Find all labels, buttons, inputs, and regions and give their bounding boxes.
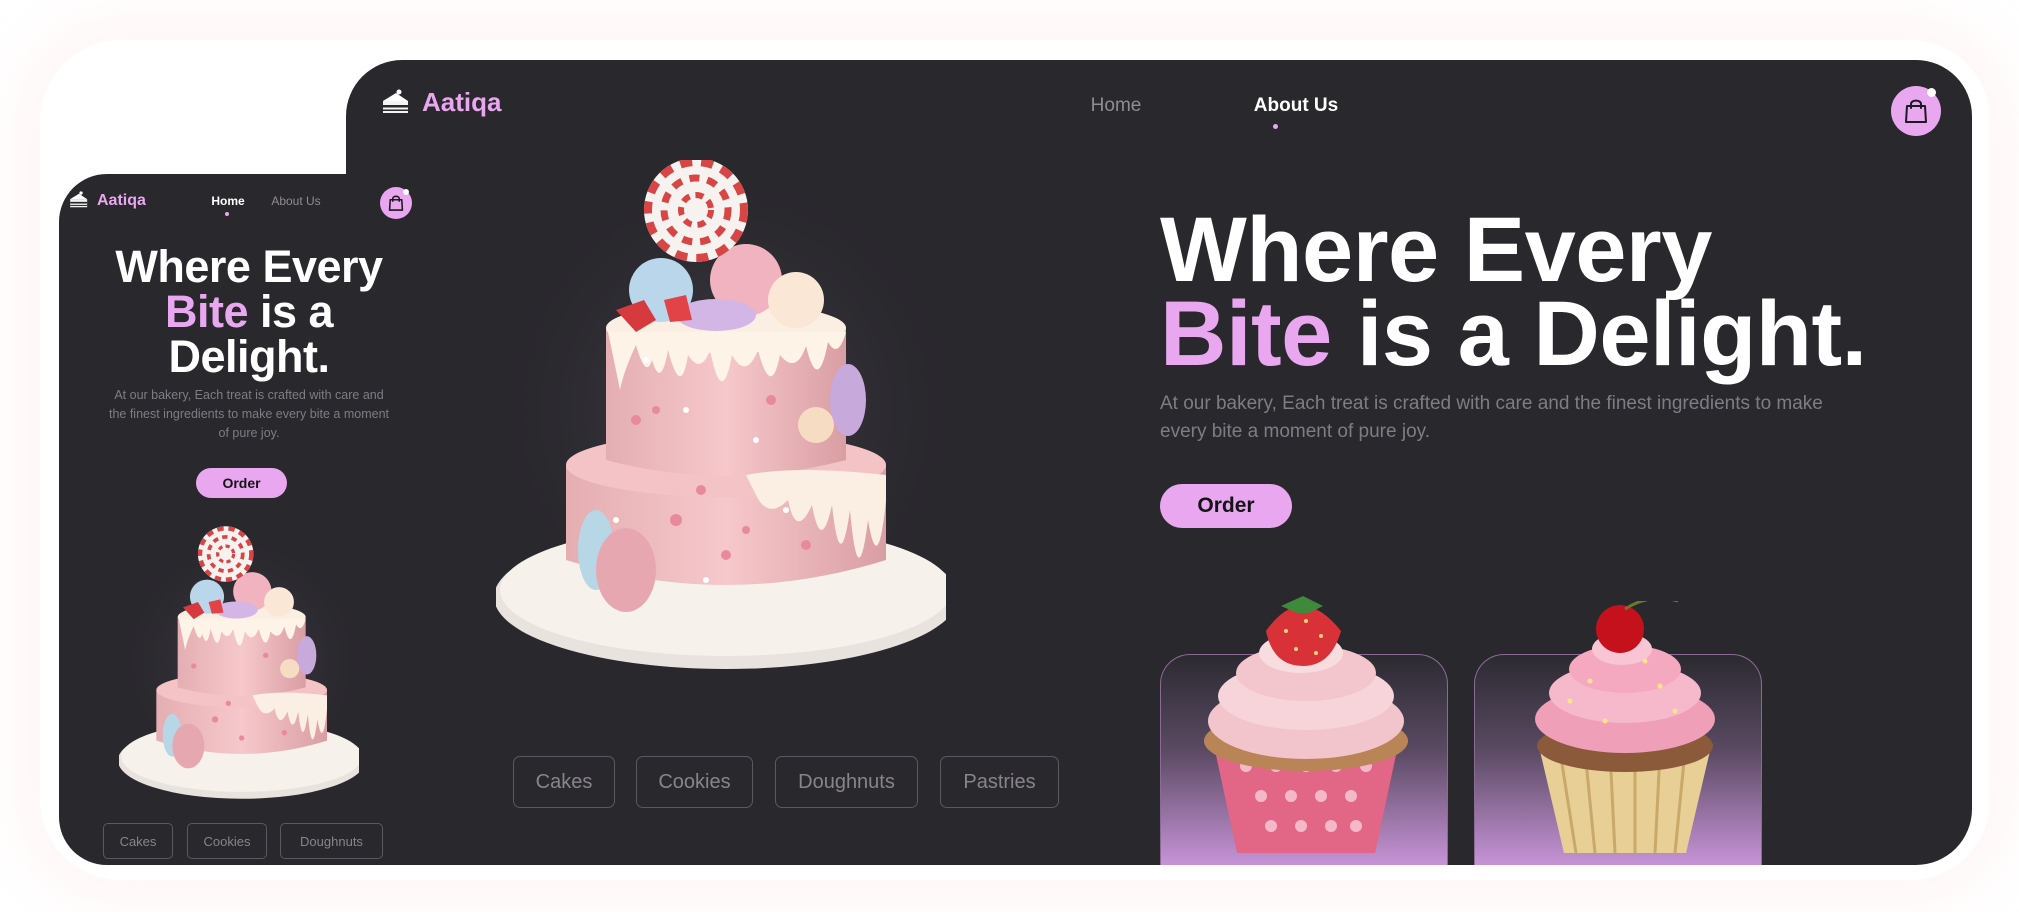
product-card-cherry-cupcake[interactable] [1474,601,1762,865]
cart-button[interactable] [1891,86,1941,136]
cherry-cupcake-image [1535,601,1715,854]
mobile-cart-button[interactable] [380,187,412,219]
cake-slice-icon [70,191,88,208]
brand-name: Aatiqa [422,87,502,117]
mobile-frame: Aatiqa Home About Us Where Every Bite is… [59,174,415,865]
mobile-brand-name: Aatiqa [97,191,146,209]
strawberry-cupcake-image [1204,596,1408,853]
cake-slice-icon [383,89,408,113]
cake-image [496,160,946,669]
mobile-hero-title-rest: is a [247,286,334,337]
mobile-hero-description: At our bakery, Each treat is crafted wit… [108,388,389,440]
mobile-cake-image [119,526,359,799]
category-chip-pastries[interactable]: Pastries [940,756,1059,808]
mobile-category-chip-cakes[interactable]: Cakes [103,823,173,859]
product-card-strawberry-cupcake[interactable] [1160,596,1448,865]
mobile-hero-title: Where Every Bite is a Delight. [99,244,399,379]
mobile-hero-title-line1: Where Every [115,241,383,292]
shopping-bag-icon [388,195,404,211]
mobile-order-button[interactable]: Order [196,468,287,498]
brand-logo[interactable]: Aatiqa [380,87,501,118]
mobile-active-nav-indicator [225,212,229,216]
shopping-bag-icon [1905,99,1927,123]
cart-badge [1927,88,1936,97]
hero-title-line1: Where Every [1160,199,1712,301]
category-chip-cakes[interactable]: Cakes [513,756,615,808]
hero-title-highlight: Bite [1160,283,1332,385]
nav-home[interactable]: Home [1066,95,1166,117]
category-chip-cookies[interactable]: Cookies [636,756,753,808]
nav-about-us[interactable]: About Us [1226,95,1366,117]
order-button[interactable]: Order [1160,484,1292,528]
mobile-nav-about-us[interactable]: About Us [261,194,331,208]
mobile-brand-logo[interactable]: Aatiqa [68,191,146,210]
hero-title-line2: Bite is a Delight. [1160,288,1867,380]
category-chip-doughnuts[interactable]: Doughnuts [775,756,918,808]
mobile-nav-home[interactable]: Home [203,194,253,208]
mobile-hero-title-highlight: Bite [164,286,249,337]
mobile-category-chip-doughnuts[interactable]: Doughnuts [280,823,383,859]
mobile-category-chip-cookies[interactable]: Cookies [187,823,267,859]
hero-description: At our bakery, Each treat is crafted wit… [1160,393,1823,442]
mobile-hero-title-line3: Delight. [168,331,331,382]
active-nav-indicator [1273,124,1278,129]
desktop-frame: Aatiqa Home About Us Where Every Bite is… [346,60,1972,865]
mobile-cart-badge [403,189,409,195]
hero-title-rest: is a Delight. [1331,283,1867,385]
mobile-hero-title-line2: Bite is a [99,289,399,334]
hero-title: Where Every Bite is a Delight. [1160,199,1867,380]
